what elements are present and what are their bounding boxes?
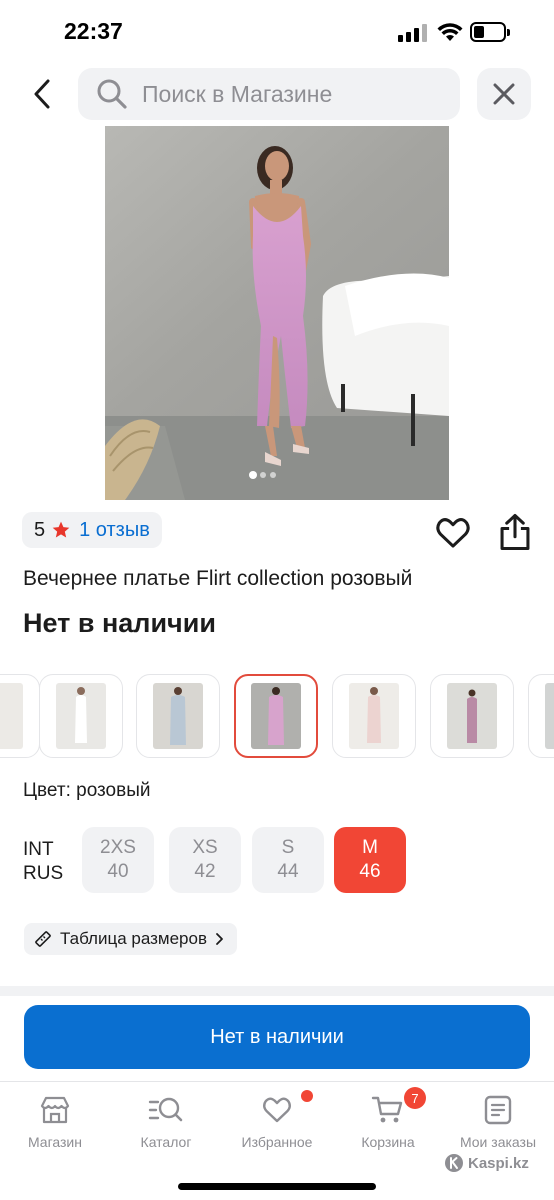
- status-bar: 22:37: [0, 0, 554, 60]
- heart-icon: [263, 1097, 291, 1123]
- ruler-icon: [35, 931, 51, 947]
- size-rus-label: 42: [194, 861, 216, 882]
- variant-thumbnails: [0, 674, 554, 760]
- image-dots: [249, 471, 276, 479]
- cellular-signal-icon: [398, 24, 428, 42]
- out-of-stock-button[interactable]: Нет в наличии: [24, 1005, 530, 1069]
- product-image[interactable]: [105, 126, 449, 500]
- variant-thumbnail[interactable]: [528, 674, 554, 758]
- home-indicator: [178, 1183, 376, 1190]
- tab-cart[interactable]: Корзина: [333, 1094, 443, 1150]
- status-time: 22:37: [64, 18, 123, 44]
- variant-image: [349, 683, 399, 749]
- catalog-search-icon: [148, 1097, 183, 1122]
- chevron-left-icon: [34, 79, 50, 109]
- tab-label: Мои заказы: [459, 1134, 537, 1150]
- variant-thumbnail[interactable]: [0, 674, 40, 758]
- size-system-rus: RUS: [23, 863, 64, 884]
- tab-label: Корзина: [361, 1134, 415, 1150]
- tab-my-orders[interactable]: Мои заказы: [443, 1094, 553, 1150]
- watermark-text: Kaspi.kz: [468, 1154, 529, 1172]
- tab-label: Магазин: [27, 1134, 82, 1150]
- variant-image: [153, 683, 203, 749]
- rating-score: 5: [34, 518, 46, 541]
- store-icon: [40, 1096, 70, 1124]
- stock-status: Нет в наличии: [23, 608, 216, 638]
- star-icon: [52, 521, 70, 538]
- size-rus-label: 44: [277, 861, 299, 882]
- variant-image: [56, 683, 106, 749]
- variant-image: [0, 683, 23, 749]
- size-option-xs[interactable]: XS 42: [169, 827, 241, 893]
- tab-favorites[interactable]: Избранное: [222, 1094, 332, 1150]
- tab-catalog[interactable]: Каталог: [111, 1094, 221, 1150]
- variant-thumbnail[interactable]: [136, 674, 220, 758]
- size-option-2xs[interactable]: 2XS 40: [82, 827, 154, 893]
- reviews-link[interactable]: 1 отзыв: [79, 519, 150, 542]
- size-system-int: INT: [23, 839, 54, 860]
- cta-label: Нет в наличии: [210, 1025, 344, 1048]
- rating-badge[interactable]: 5 1 отзыв: [22, 512, 162, 548]
- close-search-button[interactable]: [477, 68, 531, 120]
- size-option-s[interactable]: S 44: [252, 827, 324, 893]
- section-divider: [0, 986, 554, 996]
- battery-icon: [470, 22, 510, 42]
- share-button[interactable]: [496, 512, 534, 552]
- variant-thumbnail-selected[interactable]: [234, 674, 318, 758]
- product-photo: [105, 126, 449, 500]
- search-icon: [97, 79, 127, 109]
- close-icon: [493, 83, 515, 105]
- share-icon: [500, 514, 530, 550]
- favorites-badge-dot: [301, 1090, 313, 1102]
- kaspi-logo-icon: [445, 1154, 463, 1172]
- search-input[interactable]: [142, 80, 432, 108]
- size-system-labels: INT RUS: [23, 838, 63, 886]
- search-bar[interactable]: [78, 68, 460, 120]
- color-label: Цвет: розовый: [23, 780, 151, 801]
- kaspi-watermark: Kaspi.kz: [444, 1153, 529, 1173]
- variant-thumbnail[interactable]: [332, 674, 416, 758]
- chevron-right-icon: [216, 933, 223, 945]
- cart-badge: 7: [404, 1087, 426, 1109]
- favorite-button[interactable]: [434, 514, 472, 552]
- cart-icon: [371, 1096, 403, 1123]
- wifi-icon: [437, 23, 463, 41]
- size-int-label: XS: [192, 837, 218, 858]
- tab-store[interactable]: Магазин: [0, 1094, 110, 1150]
- size-option-m-selected[interactable]: M 46: [334, 827, 406, 893]
- tab-label: Избранное: [241, 1134, 313, 1150]
- product-title: Вечернее платье Flirt collection розовый: [23, 567, 413, 590]
- variant-thumbnail[interactable]: [39, 674, 123, 758]
- variant-thumbnail[interactable]: [430, 674, 514, 758]
- back-button[interactable]: [22, 74, 62, 114]
- heart-outline-icon: [436, 518, 470, 548]
- tab-label: Каталог: [140, 1134, 192, 1150]
- size-table-button[interactable]: Таблица размеров: [24, 923, 237, 955]
- variant-image: [545, 683, 554, 749]
- orders-icon: [484, 1095, 512, 1125]
- variant-image: [447, 683, 497, 749]
- image-pagination: [248, 470, 278, 480]
- size-rus-label: 46: [359, 861, 381, 882]
- size-int-label: 2XS: [100, 837, 136, 858]
- size-int-label: M: [362, 837, 378, 858]
- variant-image: [251, 683, 301, 749]
- size-table-label: Таблица размеров: [60, 929, 207, 948]
- size-rus-label: 40: [107, 861, 129, 882]
- size-int-label: S: [281, 837, 295, 858]
